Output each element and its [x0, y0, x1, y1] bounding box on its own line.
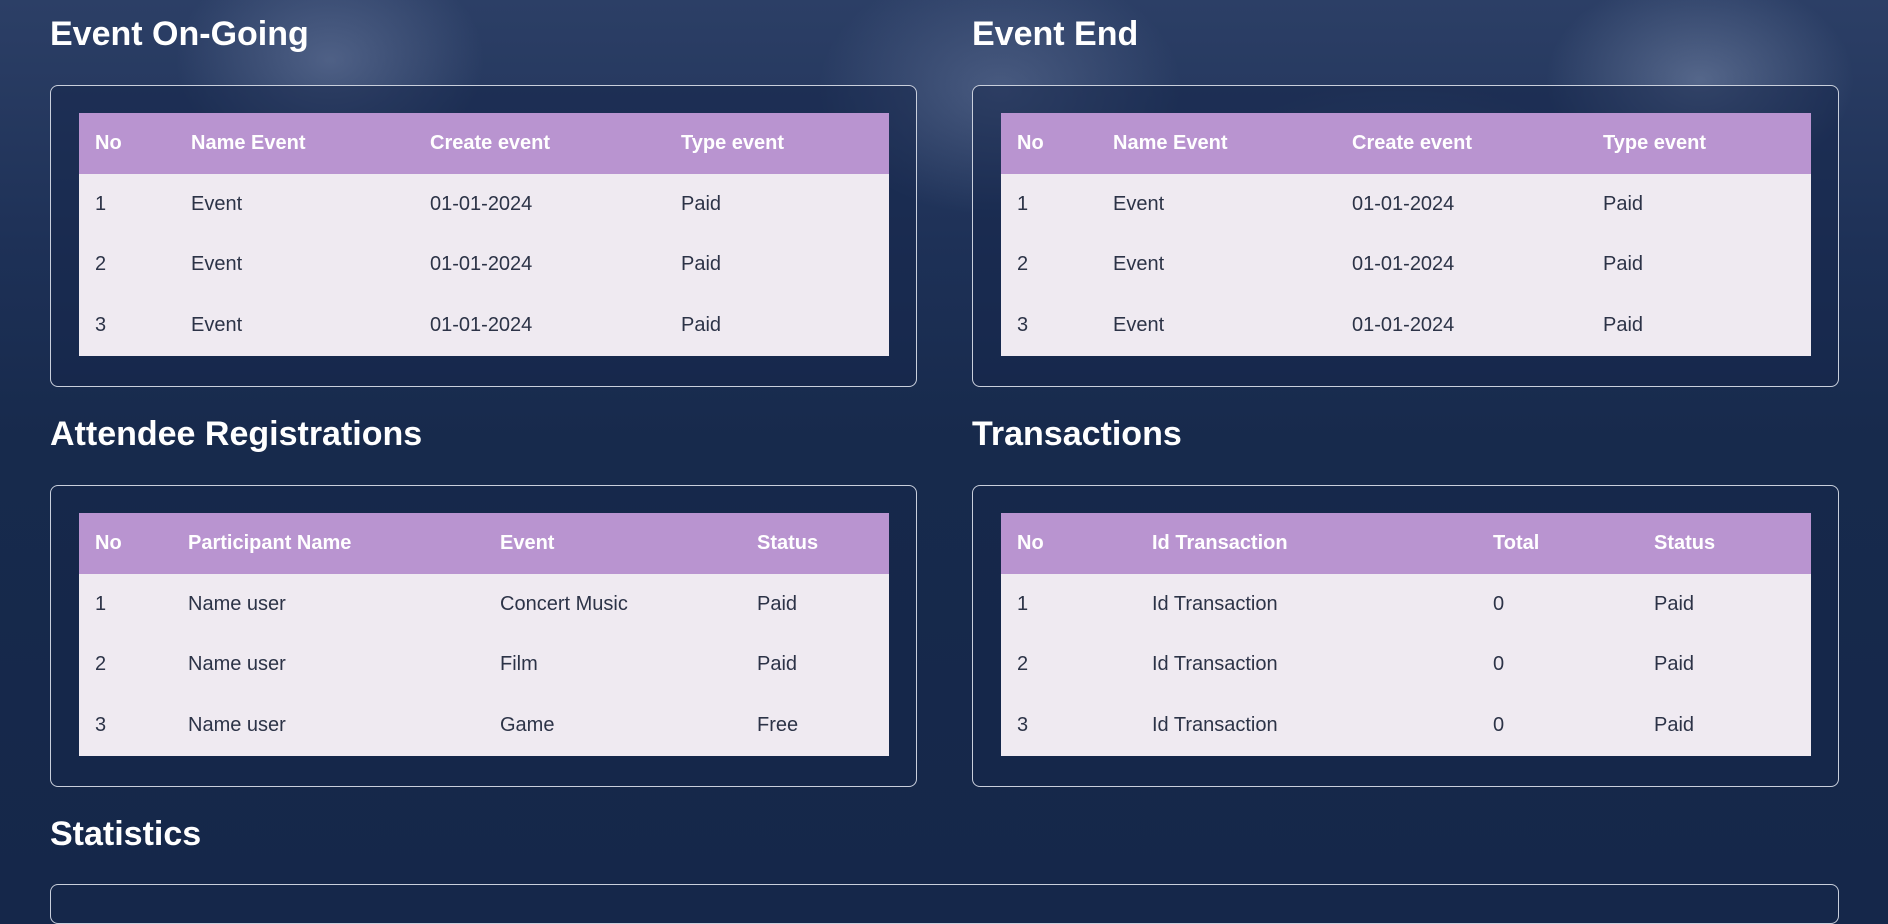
column-header: No [1001, 113, 1097, 174]
table-cell: Id Transaction [1136, 695, 1477, 756]
table-cell: Paid [1587, 295, 1811, 356]
table-cell: 01-01-2024 [1336, 174, 1587, 235]
table-row: 1 Id Transaction 0 Paid [1001, 574, 1811, 635]
table-cell: Event [175, 174, 414, 235]
table-row: 2 Id Transaction 0 Paid [1001, 634, 1811, 695]
column-header: Status [741, 513, 889, 574]
table-cell: 1 [1001, 574, 1136, 635]
column-header: Total [1477, 513, 1638, 574]
table-cell: Event [175, 234, 414, 295]
table-header-row: No Name Event Create event Type event [1001, 113, 1811, 174]
table-cell: 3 [79, 295, 175, 356]
table-header-row: No Participant Name Event Status [79, 513, 889, 574]
transactions-card: No Id Transaction Total Status 1 Id Tran… [972, 485, 1839, 787]
column-header: No [1001, 513, 1136, 574]
column-header: Event [484, 513, 741, 574]
table-cell: Id Transaction [1136, 634, 1477, 695]
column-header: Create event [414, 113, 665, 174]
table-cell: 1 [1001, 174, 1097, 235]
table-cell: 3 [79, 695, 172, 756]
table-cell: Paid [741, 574, 889, 635]
table-row: 3 Event 01-01-2024 Paid [1001, 295, 1811, 356]
column-header: Type event [1587, 113, 1811, 174]
table-cell: Paid [1638, 634, 1811, 695]
table-cell: Film [484, 634, 741, 695]
table-row: 2 Event 01-01-2024 Paid [79, 234, 889, 295]
table-cell: 2 [79, 634, 172, 695]
table-cell: Paid [741, 634, 889, 695]
table-cell: Paid [665, 174, 889, 235]
table-cell: Concert Music [484, 574, 741, 635]
table-cell: 2 [79, 234, 175, 295]
attendee-registrations-card: No Participant Name Event Status 1 Name … [50, 485, 917, 787]
table-row: 1 Event 01-01-2024 Paid [1001, 174, 1811, 235]
table-cell: Name user [172, 634, 484, 695]
column-header: Name Event [175, 113, 414, 174]
table-row: 3 Name user Game Free [79, 695, 889, 756]
table-cell: 01-01-2024 [414, 295, 665, 356]
section-title-ended: Event End [972, 15, 1139, 53]
table-cell: Event [175, 295, 414, 356]
table-cell: 0 [1477, 634, 1638, 695]
table-cell: Paid [665, 295, 889, 356]
table-row: 1 Name user Concert Music Paid [79, 574, 889, 635]
section-title-statistics: Statistics [50, 815, 202, 853]
table-cell: Paid [1587, 234, 1811, 295]
table-cell: 0 [1477, 574, 1638, 635]
column-header: Status [1638, 513, 1811, 574]
table-cell: 01-01-2024 [1336, 234, 1587, 295]
table-cell: Event [1097, 295, 1336, 356]
column-header: Type event [665, 113, 889, 174]
table-cell: Paid [665, 234, 889, 295]
table-cell: Free [741, 695, 889, 756]
column-header: Create event [1336, 113, 1587, 174]
column-header: No [79, 113, 175, 174]
section-title-transactions: Transactions [972, 415, 1182, 453]
transactions-table: No Id Transaction Total Status 1 Id Tran… [1001, 513, 1811, 756]
column-header: Id Transaction [1136, 513, 1477, 574]
table-row: 2 Event 01-01-2024 Paid [1001, 234, 1811, 295]
table-cell: 01-01-2024 [1336, 295, 1587, 356]
column-header: No [79, 513, 172, 574]
table-cell: 2 [1001, 634, 1136, 695]
ended-events-card: No Name Event Create event Type event 1 … [972, 85, 1839, 387]
table-cell: Id Transaction [1136, 574, 1477, 635]
table-cell: 1 [79, 174, 175, 235]
table-cell: 3 [1001, 295, 1097, 356]
table-cell: 01-01-2024 [414, 234, 665, 295]
table-cell: 2 [1001, 234, 1097, 295]
table-cell: Name user [172, 695, 484, 756]
column-header: Participant Name [172, 513, 484, 574]
table-row: 2 Name user Film Paid [79, 634, 889, 695]
table-cell: 3 [1001, 695, 1136, 756]
ongoing-events-table: No Name Event Create event Type event 1 … [79, 113, 889, 356]
table-row: 3 Id Transaction 0 Paid [1001, 695, 1811, 756]
table-cell: Event [1097, 234, 1336, 295]
table-cell: Game [484, 695, 741, 756]
table-cell: Paid [1638, 574, 1811, 635]
table-cell: Paid [1587, 174, 1811, 235]
table-row: 1 Event 01-01-2024 Paid [79, 174, 889, 235]
section-title-attendees: Attendee Registrations [50, 415, 423, 453]
statistics-card [50, 884, 1839, 924]
ended-events-table: No Name Event Create event Type event 1 … [1001, 113, 1811, 356]
table-cell: 1 [79, 574, 172, 635]
table-cell: Name user [172, 574, 484, 635]
table-cell: 0 [1477, 695, 1638, 756]
column-header: Name Event [1097, 113, 1336, 174]
table-cell: 01-01-2024 [414, 174, 665, 235]
table-cell: Event [1097, 174, 1336, 235]
section-title-ongoing: Event On-Going [50, 15, 309, 53]
table-header-row: No Id Transaction Total Status [1001, 513, 1811, 574]
table-row: 3 Event 01-01-2024 Paid [79, 295, 889, 356]
ongoing-events-card: No Name Event Create event Type event 1 … [50, 85, 917, 387]
table-cell: Paid [1638, 695, 1811, 756]
attendee-registrations-table: No Participant Name Event Status 1 Name … [79, 513, 889, 756]
table-header-row: No Name Event Create event Type event [79, 113, 889, 174]
